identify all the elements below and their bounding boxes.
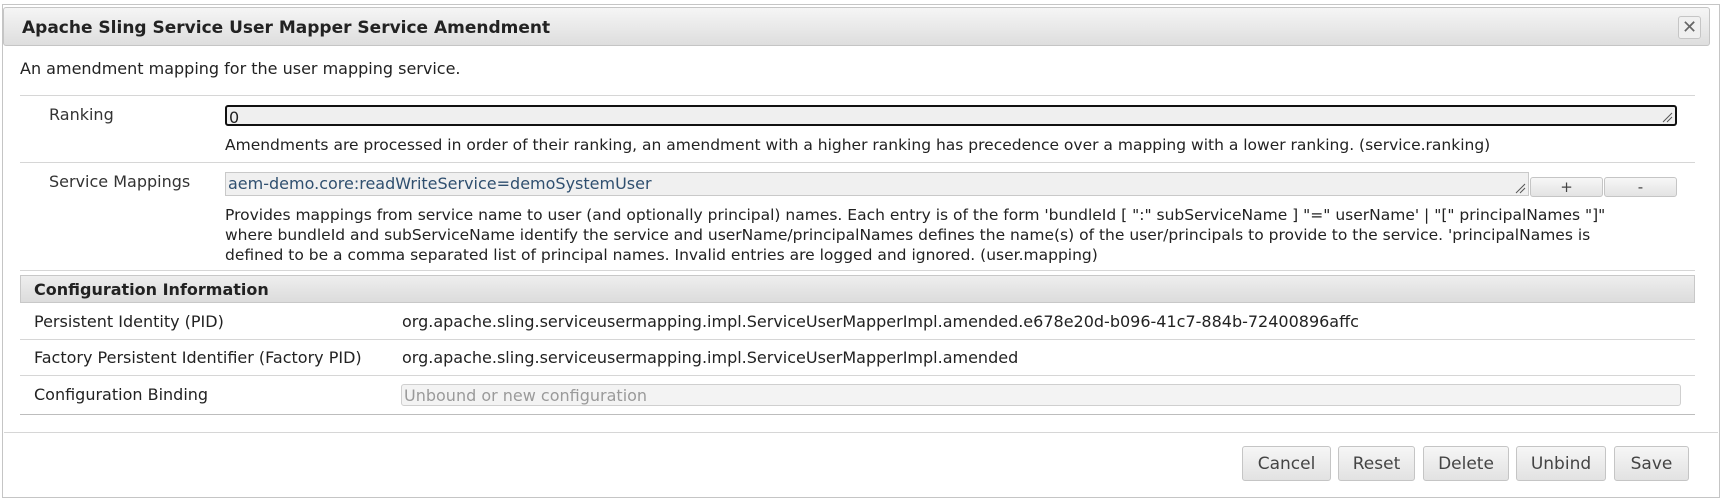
ranking-label: Ranking	[49, 105, 114, 124]
ranking-input[interactable]: 0	[225, 105, 1677, 127]
close-icon: ✕	[1681, 16, 1698, 38]
delete-button[interactable]: Delete	[1423, 446, 1509, 481]
pid-value: org.apache.sling.serviceusermapping.impl…	[402, 312, 1359, 331]
pid-label: Persistent Identity (PID)	[34, 312, 224, 331]
ranking-value: 0	[229, 108, 240, 127]
divider	[20, 339, 1695, 340]
configuration-information-header: Configuration Information	[20, 275, 1695, 303]
cancel-button[interactable]: Cancel	[1242, 446, 1331, 481]
configuration-binding-field[interactable]: Unbound or new configuration	[401, 384, 1681, 406]
dialog-description: An amendment mapping for the user mappin…	[20, 59, 461, 78]
dialog-title: Apache Sling Service User Mapper Service…	[22, 18, 551, 38]
divider	[20, 95, 1695, 96]
footer-divider	[4, 432, 1718, 433]
service-mapping-value: aem-demo.core:readWriteService=demoSyste…	[228, 174, 652, 193]
service-mappings-label: Service Mappings	[49, 172, 191, 191]
divider	[20, 162, 1695, 163]
save-button[interactable]: Save	[1614, 446, 1689, 481]
factory-pid-label: Factory Persistent Identifier (Factory P…	[34, 348, 362, 367]
close-button[interactable]: ✕	[1678, 16, 1701, 39]
reset-button[interactable]: Reset	[1338, 446, 1415, 481]
service-mappings-help-line-1: Provides mappings from service name to u…	[225, 206, 1606, 224]
configuration-binding-placeholder: Unbound or new configuration	[404, 386, 648, 405]
resize-handle-icon[interactable]	[1515, 183, 1526, 194]
service-mapping-input[interactable]: aem-demo.core:readWriteService=demoSyste…	[225, 172, 1529, 196]
unbind-button[interactable]: Unbind	[1516, 446, 1606, 481]
ranking-help: Amendments are processed in order of the…	[225, 136, 1491, 154]
divider	[20, 375, 1695, 376]
divider	[20, 414, 1695, 415]
service-mappings-help-line-3: defined to be a comma separated list of …	[225, 246, 1098, 264]
resize-handle-icon[interactable]	[1662, 112, 1673, 123]
configuration-binding-label: Configuration Binding	[34, 385, 209, 404]
divider	[20, 270, 1695, 271]
section-title: Configuration Information	[34, 280, 269, 299]
factory-pid-value: org.apache.sling.serviceusermapping.impl…	[402, 348, 1019, 367]
remove-mapping-button[interactable]: -	[1604, 177, 1677, 197]
service-mappings-help-line-2: where bundleId and subServiceName identi…	[225, 226, 1591, 244]
dialog-title-bar: Apache Sling Service User Mapper Service…	[3, 7, 1710, 46]
add-mapping-button[interactable]: +	[1530, 177, 1603, 197]
